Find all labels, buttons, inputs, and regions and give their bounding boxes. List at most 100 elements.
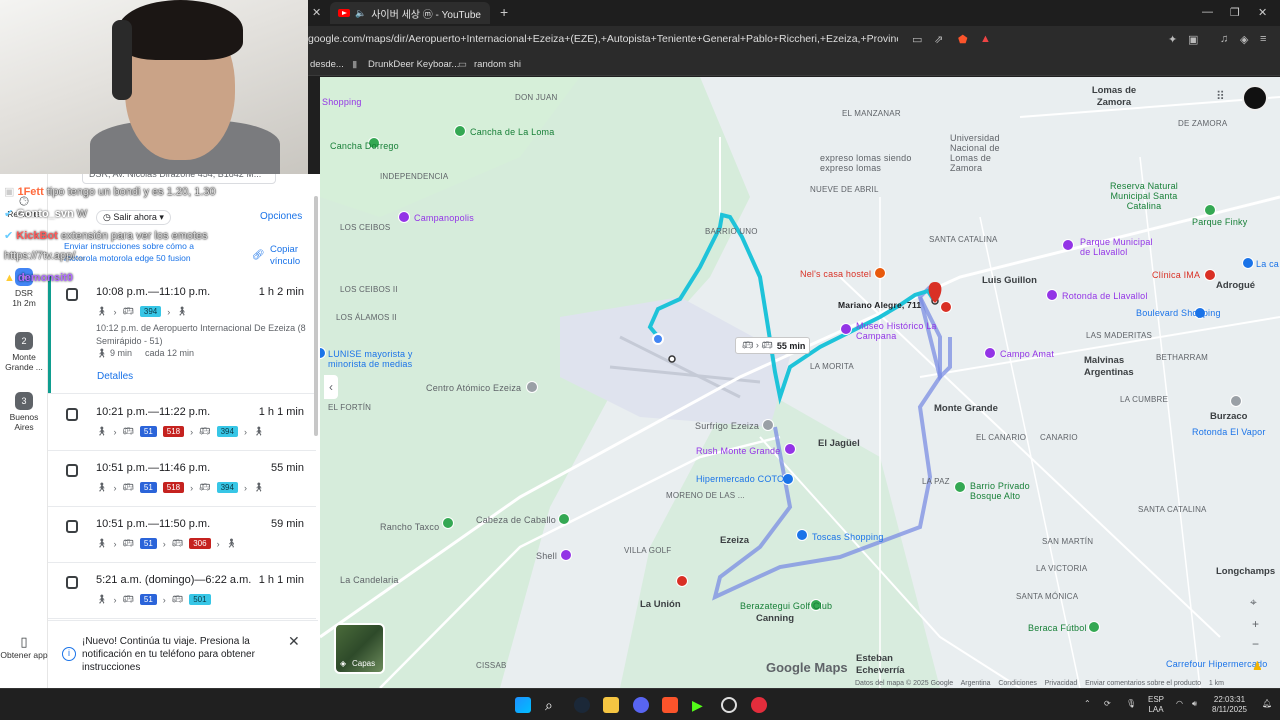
rewards-icon[interactable]: ▲ bbox=[980, 33, 991, 45]
feedback-link[interactable]: Enviar comentarios sobre el producto bbox=[1085, 680, 1201, 687]
route-option[interactable]: 10:51 p.m.—11:46 p.m. 55 min 🚶︎ › 🚌︎ 51 5… bbox=[48, 452, 316, 507]
sync-icon[interactable]: ⟳ bbox=[1104, 699, 1111, 709]
wifi-icon[interactable]: ◠ bbox=[1176, 699, 1183, 709]
volume-icon[interactable]: 🔊︎ bbox=[1192, 699, 1197, 709]
panel-scrollbar[interactable] bbox=[314, 196, 318, 436]
poi-label[interactable]: Universidad Nacional de Lomas de Zamora bbox=[950, 133, 1020, 173]
park-icon[interactable] bbox=[1088, 621, 1100, 633]
poi-label[interactable]: La ca bbox=[1256, 259, 1279, 269]
collapse-panel-button[interactable]: ‹ bbox=[324, 375, 338, 399]
brave-shield-icon[interactable]: ⬟ bbox=[958, 33, 968, 46]
poi-label[interactable]: Museo Histórico La Campana bbox=[856, 321, 946, 341]
bookmark-item[interactable]: random shi bbox=[474, 59, 521, 70]
poi-label[interactable]: Parque Finky bbox=[1192, 217, 1247, 227]
place-icon[interactable] bbox=[1062, 239, 1074, 251]
poi-label[interactable]: Cabeza de Caballo bbox=[476, 515, 556, 525]
poi-label[interactable]: expreso lomas siendo expreso lomas bbox=[820, 153, 920, 173]
terms-link[interactable]: Condiciones bbox=[998, 680, 1037, 687]
region-link[interactable]: Argentina bbox=[961, 680, 991, 687]
notifications-icon[interactable]: 🔔︎ bbox=[1262, 699, 1272, 709]
poi-label[interactable]: Rotonda de Llavallol bbox=[1062, 291, 1148, 301]
sidebar-icon[interactable]: ▣ bbox=[1188, 33, 1198, 46]
park-icon[interactable] bbox=[954, 481, 966, 493]
nav-buenos-aires[interactable]: 3 Buenos Aires bbox=[0, 392, 48, 432]
bookmark-item[interactable]: DrunkDeer Keyboar... bbox=[368, 59, 459, 70]
windows-start-icon[interactable] bbox=[515, 697, 531, 713]
file-explorer-icon[interactable] bbox=[603, 697, 619, 713]
nav-get-app[interactable]: ▯ Obtener app bbox=[0, 634, 48, 660]
input-language[interactable]: ESP LAA bbox=[1148, 695, 1164, 715]
vpn-icon[interactable]: ◈ bbox=[1240, 33, 1248, 46]
poi-label[interactable]: Barrio Privado Bosque Alto bbox=[970, 481, 1040, 501]
mic-icon[interactable]: 🎙︎ bbox=[1126, 699, 1136, 709]
cast-icon[interactable]: ▭ bbox=[912, 33, 922, 46]
maximize-icon[interactable]: ❐ bbox=[1230, 6, 1240, 19]
my-location-icon[interactable]: ⌖ bbox=[1250, 595, 1257, 610]
route-option[interactable]: 10:21 p.m.—11:22 p.m. 1 h 1 min 🚶︎ › 🚌︎ 5… bbox=[48, 396, 316, 451]
tray-chevron-icon[interactable]: ⌃ bbox=[1084, 699, 1091, 709]
browser-tab[interactable]: 🔈 사이버 세상 ⓜ - YouTube bbox=[330, 2, 490, 24]
share-icon[interactable]: ⇗ bbox=[934, 33, 943, 46]
place-icon[interactable] bbox=[1046, 289, 1058, 301]
poi-label[interactable]: Boulevard Shopping bbox=[1136, 308, 1221, 318]
poi-label[interactable]: Rush Monte Grande bbox=[696, 446, 780, 456]
place-icon[interactable] bbox=[558, 513, 570, 525]
clock[interactable]: 22:03:31 8/11/2025 bbox=[1212, 695, 1247, 715]
poi-label[interactable]: Parque Municipal de Llavallol bbox=[1080, 237, 1160, 257]
poi-label[interactable]: Surfrigo Ezeiza bbox=[695, 421, 759, 431]
poi-label[interactable]: Rotonda El Vapor bbox=[1192, 427, 1266, 437]
place-icon[interactable] bbox=[762, 419, 774, 431]
copy-link-button[interactable]: Copiar vínculo bbox=[270, 244, 310, 268]
depart-time-dropdown[interactable]: ◷ Salir ahora ▾ bbox=[96, 210, 171, 225]
route-duration-callout[interactable]: 🚌︎ › 🚌︎ 55 min bbox=[735, 337, 810, 354]
music-icon[interactable]: ♫ bbox=[1220, 33, 1228, 45]
street-view-icon[interactable]: ♟ bbox=[1252, 659, 1263, 673]
place-icon[interactable] bbox=[442, 517, 454, 529]
poi-label[interactable]: Clínica IMA bbox=[1152, 270, 1200, 280]
options-button[interactable]: Opciones bbox=[260, 211, 302, 222]
place-icon[interactable] bbox=[784, 443, 796, 455]
route-option[interactable]: 10:51 p.m.—11:50 p.m. 59 min 🚶︎ › 🚌︎ 51 ›… bbox=[48, 508, 316, 563]
brave-browser-icon[interactable] bbox=[662, 697, 678, 713]
account-avatar[interactable] bbox=[1242, 85, 1268, 111]
hospital-icon[interactable] bbox=[676, 575, 688, 587]
poi-label[interactable]: Rancho Taxco bbox=[380, 522, 439, 532]
park-icon[interactable] bbox=[1204, 204, 1216, 216]
poi-label[interactable]: Cancha Dorrego bbox=[330, 141, 399, 151]
extensions-icon[interactable]: ✦ bbox=[1168, 33, 1177, 46]
shopping-icon[interactable] bbox=[398, 211, 410, 223]
hospital-icon[interactable] bbox=[940, 301, 952, 313]
place-icon[interactable] bbox=[1230, 395, 1242, 407]
close-window-icon[interactable]: ✕ bbox=[1258, 6, 1267, 19]
apps-grid-icon[interactable]: ⠿ bbox=[1216, 89, 1225, 103]
privacy-link[interactable]: Privacidad bbox=[1045, 680, 1078, 687]
poi-label[interactable]: Shell bbox=[536, 551, 557, 561]
hospital-icon[interactable] bbox=[1204, 269, 1216, 281]
steam-icon[interactable] bbox=[574, 697, 590, 713]
send-to-phone-link[interactable]: Enviar instrucciones sobre cómo a motoro… bbox=[64, 240, 214, 264]
poi-label[interactable]: Campo Amat bbox=[1000, 349, 1054, 359]
url-field[interactable]: google.com/maps/dir/Aeropuerto+Internaci… bbox=[308, 33, 898, 45]
poi-label[interactable]: Campanopolis bbox=[414, 213, 474, 223]
museum-icon[interactable] bbox=[840, 323, 852, 335]
kick-icon[interactable]: ▶ bbox=[692, 697, 708, 713]
music-app-icon[interactable] bbox=[751, 697, 767, 713]
poi-label[interactable]: Reserva Natural Municipal Santa Catalina bbox=[1104, 181, 1184, 211]
poi-label[interactable]: Shopping bbox=[322, 97, 362, 107]
poi-label[interactable]: Berazategui Golf Club bbox=[740, 601, 832, 611]
poi-label[interactable]: Cancha de La Loma bbox=[470, 127, 554, 137]
minimize-icon[interactable]: — bbox=[1202, 6, 1213, 18]
poi-label[interactable]: La Candelaria bbox=[340, 575, 399, 585]
route-option[interactable]: 5:21 a.m. (domingo)—6:22 a.m. 1 h 1 min … bbox=[48, 564, 316, 619]
zoom-out-button[interactable]: − bbox=[1252, 637, 1259, 651]
poi-label[interactable]: Toscas Shopping bbox=[812, 532, 884, 542]
place-icon[interactable] bbox=[526, 381, 538, 393]
obs-icon[interactable] bbox=[721, 697, 737, 713]
map-canvas[interactable]: DON JUAN INDEPENDENCIA LOS CEIBOS BARRIO… bbox=[320, 77, 1280, 688]
nav-monte-grande[interactable]: 2 Monte Grande ... bbox=[0, 332, 48, 372]
discord-icon[interactable] bbox=[633, 697, 649, 713]
menu-icon[interactable]: ≡ bbox=[1260, 33, 1266, 45]
details-link[interactable]: Detalles bbox=[97, 371, 133, 382]
poi-label[interactable]: Nel's casa hostel bbox=[800, 269, 871, 279]
gas-icon[interactable] bbox=[560, 549, 572, 561]
